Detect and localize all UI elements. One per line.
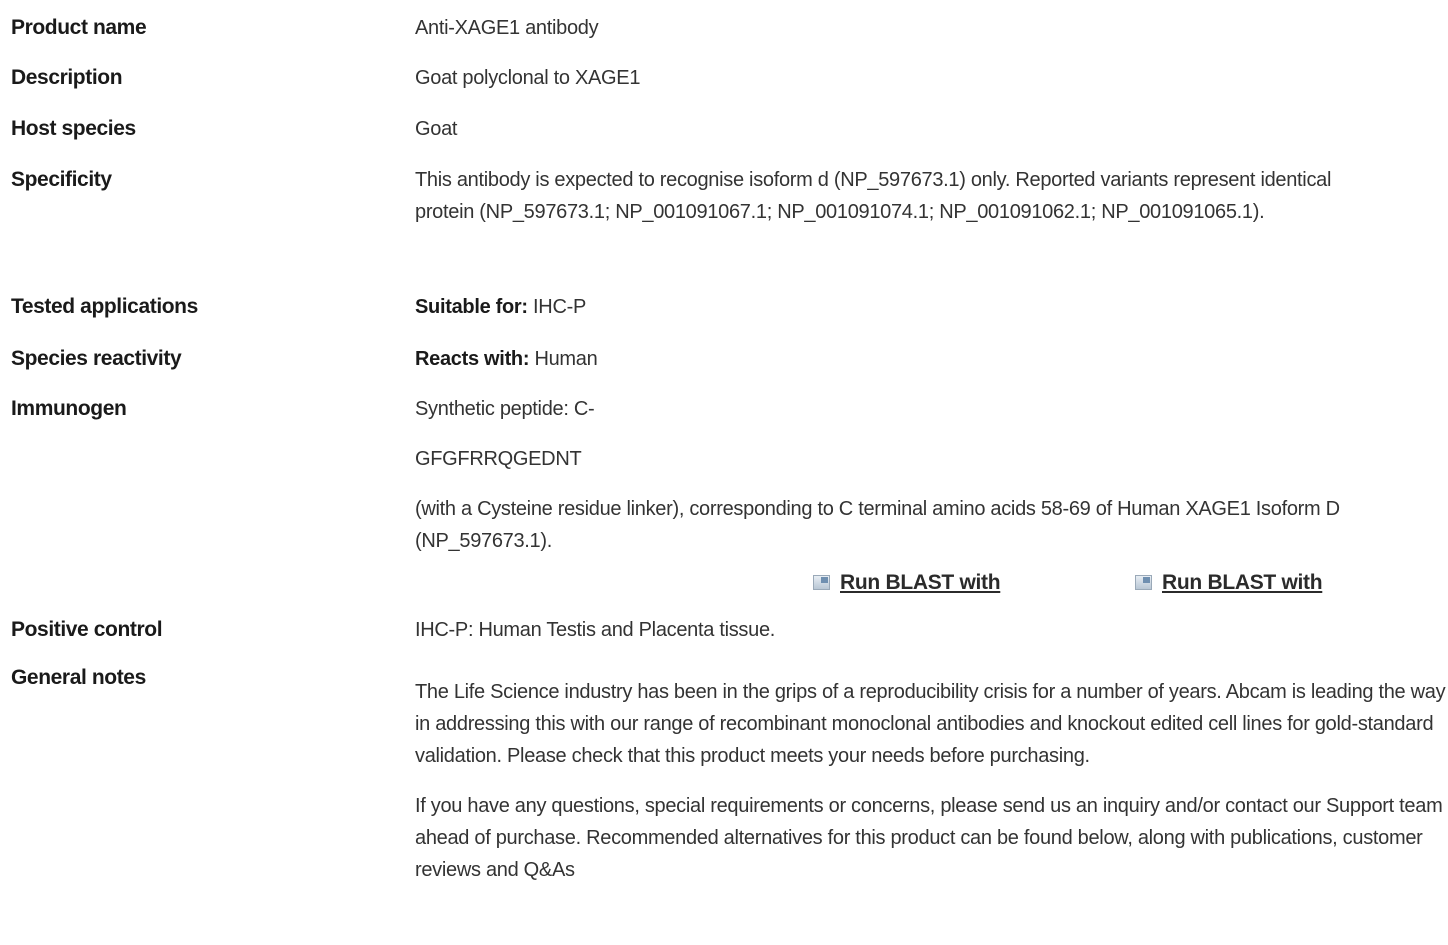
suitable-for-label: Suitable for: bbox=[415, 296, 528, 318]
run-blast-link-2[interactable]: Run BLAST with bbox=[1135, 567, 1323, 599]
value-description: Goat polyclonal to XAGE1 bbox=[415, 67, 641, 89]
general-notes-paragraph-2: If you have any questions, special requi… bbox=[415, 795, 1443, 881]
reacts-with-label: Reacts with: bbox=[415, 348, 530, 370]
row-description: Description Goat polyclonal to XAGE1 bbox=[0, 62, 1448, 94]
label-description: Description bbox=[11, 66, 123, 89]
external-link-icon bbox=[1135, 575, 1152, 590]
label-specificity: Specificity bbox=[11, 168, 112, 191]
run-blast-link-1-label: Run BLAST with bbox=[840, 571, 1001, 594]
immunogen-description: (with a Cysteine residue linker), corres… bbox=[415, 498, 1340, 552]
run-blast-link-1[interactable]: Run BLAST with bbox=[813, 567, 1001, 599]
value-product-name: Anti-XAGE1 antibody bbox=[415, 17, 599, 39]
row-positive-control: Positive control IHC-P: Human Testis and… bbox=[0, 614, 1448, 646]
row-specificity: Specificity This antibody is expected to… bbox=[0, 164, 1448, 228]
value-species-reactivity: Reacts with: Human bbox=[415, 343, 1445, 375]
value-host-species: Goat bbox=[415, 118, 458, 140]
value-immunogen: Synthetic peptide: C- GFGFRRQGEDNT (with… bbox=[415, 393, 1375, 557]
general-notes-paragraph-1: The Life Science industry has been in th… bbox=[415, 681, 1446, 767]
row-product-name: Product name Anti-XAGE1 antibody bbox=[0, 12, 1448, 44]
value-positive-control: IHC-P: Human Testis and Placenta tissue. bbox=[415, 619, 776, 641]
suitable-for-value: IHC-P bbox=[527, 296, 586, 318]
label-positive-control: Positive control bbox=[11, 618, 163, 641]
external-link-icon bbox=[813, 575, 830, 590]
value-general-notes: The Life Science industry has been in th… bbox=[415, 662, 1448, 886]
label-host-species: Host species bbox=[11, 117, 136, 140]
row-host-species: Host species Goat bbox=[0, 113, 1448, 145]
label-immunogen: Immunogen bbox=[11, 397, 127, 420]
row-tested-applications: Tested applications Suitable for: IHC-P bbox=[0, 291, 1448, 323]
row-species-reactivity: Species reactivity Reacts with: Human bbox=[0, 343, 1448, 375]
reacts-with-value: Human bbox=[529, 348, 598, 370]
value-tested-applications: Suitable for: IHC-P bbox=[415, 291, 1445, 323]
label-tested-applications: Tested applications bbox=[11, 295, 198, 318]
row-immunogen: Immunogen Synthetic peptide: C- GFGFRRQG… bbox=[0, 393, 1448, 557]
label-species-reactivity: Species reactivity bbox=[11, 347, 182, 370]
label-product-name: Product name bbox=[11, 16, 147, 39]
label-general-notes: General notes bbox=[11, 666, 146, 689]
immunogen-sequence: GFGFRRQGEDNT bbox=[415, 448, 582, 470]
value-specificity: This antibody is expected to recognise i… bbox=[415, 169, 1332, 223]
row-general-notes: General notes The Life Science industry … bbox=[0, 662, 1448, 886]
blast-links-row: Run BLAST with Run BLAST with bbox=[0, 567, 1448, 599]
immunogen-line-1: Synthetic peptide: C- bbox=[415, 398, 595, 420]
run-blast-link-2-label: Run BLAST with bbox=[1162, 571, 1323, 594]
